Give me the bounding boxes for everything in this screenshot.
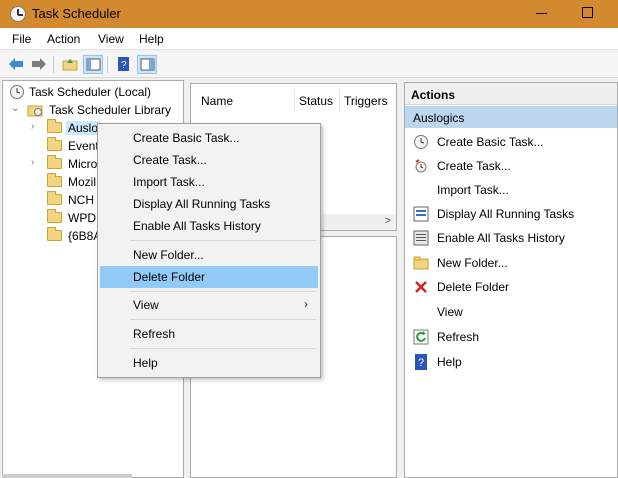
scroll-right-icon[interactable]: > — [385, 215, 391, 227]
back-button[interactable] — [6, 55, 26, 74]
context-menu: Create Basic Task... Create Task... Impo… — [97, 123, 321, 378]
window-title: Task Scheduler — [32, 6, 121, 21]
menu-view[interactable]: View — [98, 32, 124, 46]
folder-icon — [47, 227, 62, 241]
action-new-folder[interactable]: New Folder... — [405, 252, 617, 274]
refresh-icon — [413, 329, 429, 345]
show-hide-action-pane-button[interactable] — [137, 55, 157, 74]
ctx-new-folder[interactable]: New Folder... — [100, 244, 318, 266]
svg-text:?: ? — [121, 60, 127, 71]
up-folder-icon — [62, 59, 78, 71]
action-display-running-tasks[interactable]: Display All Running Tasks — [405, 203, 617, 225]
folder-icon — [47, 191, 62, 205]
history-icon — [413, 230, 429, 246]
console-tree-icon — [86, 58, 101, 71]
ctx-delete-folder[interactable]: Delete Folder — [100, 266, 318, 288]
menu-action[interactable]: Action — [47, 32, 80, 46]
action-enable-tasks-history[interactable]: Enable All Tasks History — [405, 227, 617, 249]
chevron-down-icon[interactable]: ⌄ — [11, 104, 21, 114]
ctx-create-basic-task[interactable]: Create Basic Task... — [100, 127, 318, 149]
action-help[interactable]: ? Help — [405, 351, 617, 373]
clock-icon — [10, 85, 24, 99]
menu-file[interactable]: File — [12, 32, 31, 46]
tree-library[interactable]: ⌄ Task Scheduler Library — [7, 101, 182, 119]
help-book-icon: ? — [118, 57, 129, 71]
chevron-right-icon[interactable]: › — [31, 158, 41, 168]
folder-icon — [47, 209, 62, 223]
tree-root[interactable]: Task Scheduler (Local) — [7, 83, 182, 101]
task-scheduler-clock-icon — [10, 6, 26, 22]
ctx-create-task[interactable]: Create Task... — [100, 149, 318, 171]
actions-header: Actions — [405, 83, 617, 105]
actions-pane: Actions Auslogics Create Basic Task... C… — [404, 82, 618, 478]
menu-bar: File Action View Help — [0, 28, 618, 50]
folder-icon — [47, 137, 62, 151]
running-tasks-icon — [413, 206, 429, 222]
ctx-view[interactable]: View › — [100, 294, 318, 316]
forward-button[interactable] — [29, 55, 49, 74]
action-refresh[interactable]: Refresh — [405, 326, 617, 348]
menu-help[interactable]: Help — [139, 32, 164, 46]
folder-icon — [47, 119, 62, 133]
folder-icon — [47, 173, 62, 187]
action-import-task[interactable]: Import Task... — [405, 179, 617, 201]
action-create-task[interactable]: Create Task... — [405, 155, 617, 177]
folder-icon — [47, 155, 62, 169]
create-basic-task-icon — [414, 135, 428, 149]
ctx-display-running-tasks[interactable]: Display All Running Tasks — [100, 193, 318, 215]
action-delete-folder[interactable]: Delete Folder — [405, 276, 617, 298]
toolbar: ? — [0, 51, 618, 78]
show-hide-console-tree-button[interactable] — [83, 55, 103, 74]
forward-arrow-icon — [32, 58, 46, 70]
library-folder-icon — [27, 105, 43, 117]
ctx-help[interactable]: Help — [100, 352, 318, 374]
help-button[interactable]: ? — [114, 55, 134, 74]
action-pane-icon — [140, 58, 155, 71]
delete-icon — [415, 281, 427, 293]
title-bar: Task Scheduler — [0, 0, 618, 28]
create-task-icon — [415, 159, 427, 173]
column-header-status[interactable]: Status — [299, 94, 333, 108]
submenu-chevron-right-icon: › — [304, 297, 308, 311]
minimize-button[interactable] — [536, 13, 547, 14]
actions-section-auslogics[interactable]: Auslogics — [405, 106, 617, 128]
ctx-refresh[interactable]: Refresh — [100, 323, 318, 345]
column-header-triggers[interactable]: Triggers — [344, 94, 388, 108]
folder-icon — [413, 256, 429, 270]
svg-text:?: ? — [418, 357, 424, 369]
tree-horizontal-scrollbar[interactable] — [2, 474, 132, 478]
action-view[interactable]: View — [405, 301, 617, 323]
maximize-button[interactable] — [582, 7, 593, 18]
ctx-import-task[interactable]: Import Task... — [100, 171, 318, 193]
column-header-name[interactable]: Name — [201, 94, 233, 108]
back-arrow-icon — [9, 58, 23, 70]
help-icon: ? — [415, 354, 427, 370]
ctx-enable-tasks-history[interactable]: Enable All Tasks History — [100, 215, 318, 237]
action-create-basic-task[interactable]: Create Basic Task... — [405, 131, 617, 153]
chevron-right-icon[interactable]: › — [31, 122, 41, 132]
up-folder-button[interactable] — [60, 55, 80, 74]
